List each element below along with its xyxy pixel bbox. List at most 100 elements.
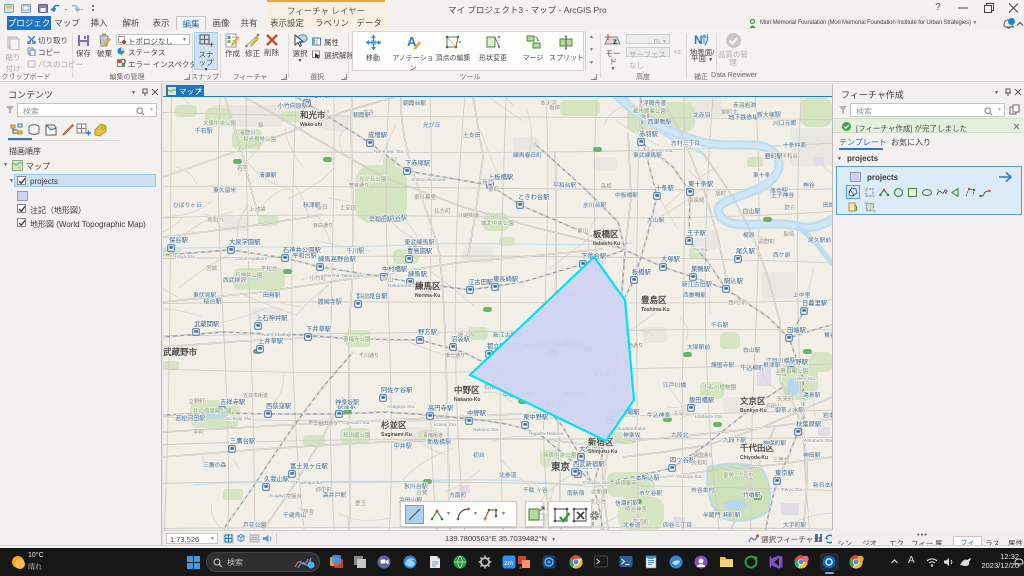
svg-text:土支田: 土支田: [340, 203, 357, 211]
svg-text:志村三丁目: 志村三丁目: [671, 139, 700, 147]
svg-text:井の頭恩賜公園: 井の頭恩賜公園: [193, 407, 232, 415]
svg-text:千石駅: 千石駅: [711, 321, 729, 329]
svg-text:Narimasu Sta.: Narimasu Sta.: [374, 149, 404, 155]
svg-text:平和台: 平和台: [261, 264, 278, 272]
svg-text:環七通り: 環七通り: [445, 352, 465, 359]
svg-text:赤羽岩淵: 赤羽岩淵: [733, 101, 756, 109]
svg-text:Shimo-akatsuka: Shimo-akatsuka: [411, 177, 446, 183]
svg-text:高円寺駅: 高円寺駅: [428, 403, 454, 412]
svg-text:小竹向原駅: 小竹向原駅: [278, 102, 308, 110]
svg-text:高松: 高松: [601, 182, 613, 190]
svg-text:Kichijoji Sta.: Kichijoji Sta.: [226, 416, 252, 422]
svg-text:東長崎駅: 東長崎駅: [493, 274, 519, 283]
svg-text:大手町駅: 大手町駅: [783, 521, 806, 529]
svg-text:麹町駅: 麹町駅: [723, 511, 741, 519]
svg-text:久我山駅: 久我山駅: [264, 474, 290, 483]
svg-text:東十条: 東十条: [753, 171, 771, 179]
svg-text:大泉中央公園: 大泉中央公園: [203, 119, 237, 127]
svg-text:平和台駅: 平和台駅: [553, 181, 576, 189]
svg-text:田無駅: 田無駅: [263, 291, 281, 299]
svg-text:湯島駅: 湯島駅: [803, 391, 821, 399]
svg-text:板橋区: 板橋区: [593, 229, 619, 239]
svg-text:Hoya Sta.: Hoya Sta.: [175, 254, 196, 260]
svg-text:東十条駅: 東十条駅: [688, 179, 714, 188]
svg-text:大塚駅: 大塚駅: [661, 254, 681, 263]
svg-text:氷川台: 氷川台: [590, 498, 607, 506]
svg-text:新日本橋: 新日本橋: [813, 481, 832, 489]
svg-text:平和台: 平和台: [782, 152, 799, 160]
svg-text:浮間舟渡: 浮間舟渡: [643, 99, 666, 107]
svg-text:阿佐ケ谷駅: 阿佐ケ谷駅: [381, 385, 413, 394]
svg-text:神谷: 神谷: [803, 181, 815, 189]
svg-text:光が丘: 光が丘: [423, 121, 441, 129]
svg-text:滝野川: 滝野川: [239, 129, 256, 137]
svg-text:練馬駅: 練馬駅: [408, 269, 428, 278]
svg-text:小豆沢: 小豆沢: [737, 470, 754, 478]
svg-text:善福寺公園: 善福寺公園: [343, 335, 371, 343]
svg-text:立野町: 立野町: [188, 397, 205, 405]
svg-text:Shinjuku Sta.: Shinjuku Sta.: [582, 480, 610, 486]
svg-text:戸山: 戸山: [382, 276, 393, 284]
svg-text:西片: 西片: [728, 299, 739, 307]
svg-text:Higashi-Nakano: Higashi-Nakano: [529, 431, 563, 437]
svg-text:Suginami-Ku: Suginami-Ku: [381, 432, 412, 438]
svg-text:白山駅: 白山駅: [743, 208, 761, 216]
svg-text:湯島: 湯島: [359, 293, 371, 301]
svg-text:根岸: 根岸: [549, 103, 561, 111]
svg-text:Shinjuku-Ku: Shinjuku-Ku: [588, 449, 617, 455]
svg-text:護国寺駅: 護国寺駅: [711, 361, 734, 369]
svg-text:牛込神楽: 牛込神楽: [647, 411, 670, 419]
svg-text:保谷駅: 保谷駅: [169, 235, 189, 244]
svg-text:Takadanobaba: Takadanobaba: [614, 426, 646, 432]
svg-text:南長崎: 南長崎: [688, 196, 705, 204]
svg-text:三鷹の森: 三鷹の森: [203, 461, 226, 469]
svg-text:飯田橋駅: 飯田橋駅: [689, 395, 715, 404]
svg-text:西巣鴨駅: 西巣鴨駅: [683, 291, 706, 299]
svg-text:半蔵門: 半蔵門: [703, 511, 721, 519]
svg-text:矢来町: 矢来町: [777, 395, 794, 403]
svg-text:北参道: 北参道: [623, 521, 641, 529]
svg-text:Akihabara Sta.: Akihabara Sta.: [802, 438, 832, 444]
svg-text:上石神井駅: 上石神井駅: [256, 313, 288, 322]
svg-text:早稲田通り: 早稲田通り: [313, 420, 338, 427]
svg-text:三鷹台駅: 三鷹台駅: [230, 436, 256, 445]
svg-text:Wako-shi: Wako-shi: [300, 122, 323, 128]
svg-text:秋葉原駅: 秋葉原駅: [796, 419, 822, 428]
svg-text:小竹町: 小竹町: [310, 274, 327, 282]
svg-text:武蔵野市: 武蔵野市: [163, 347, 198, 357]
svg-text:氷川台駅: 氷川台駅: [404, 483, 428, 491]
svg-text:千石駅: 千石駅: [195, 127, 213, 135]
svg-text:牛込柳町: 牛込柳町: [740, 364, 764, 372]
svg-text:下赤塚駅: 下赤塚駅: [405, 158, 431, 167]
svg-text:要町駅: 要町駅: [765, 153, 783, 160]
svg-text:朝霞台駅: 朝霞台駅: [403, 99, 426, 107]
svg-text:西ケ原: 西ケ原: [773, 252, 791, 259]
svg-text:神保町駅: 神保町駅: [763, 439, 786, 447]
svg-text:石神井公園駅: 石神井公園駅: [283, 245, 321, 254]
svg-text:武蔵関駅: 武蔵関駅: [194, 319, 220, 328]
svg-text:練馬高野台駅: 練馬高野台駅: [318, 254, 356, 263]
svg-text:練馬春日町: 練馬春日町: [513, 151, 542, 159]
svg-text:御茶ノ水駅: 御茶ノ水駅: [775, 406, 804, 414]
svg-text:新宿中央公園: 新宿中央公園: [543, 451, 577, 459]
svg-text:N: N: [694, 33, 703, 47]
svg-text:西荻窪駅: 西荻窪駅: [266, 401, 292, 410]
svg-text:堀ノ内: 堀ノ内: [458, 331, 475, 339]
svg-text:Oji Sta.: Oji Sta.: [693, 247, 709, 253]
svg-text:早稲田駅: 早稲田駅: [369, 215, 393, 223]
svg-text:新江古田駅: 新江古田駅: [682, 281, 712, 289]
svg-text:若宮: 若宮: [237, 164, 249, 172]
svg-text:旭町: 旭町: [715, 190, 727, 198]
svg-text:z: z: [613, 37, 617, 46]
svg-text:千早: 千早: [673, 409, 685, 417]
svg-text:上中里: 上中里: [793, 291, 811, 299]
svg-text:平和台駅: 平和台駅: [293, 252, 317, 260]
svg-text:本町: 本町: [193, 428, 205, 436]
svg-text:中野駅: 中野駅: [467, 408, 487, 417]
svg-text:Chiyoda-Ku: Chiyoda-Ku: [740, 455, 768, 461]
svg-text:梶原: 梶原: [743, 231, 755, 239]
svg-text:Nakano Sta.: Nakano Sta.: [473, 427, 499, 433]
svg-text:要町: 要町: [488, 186, 500, 193]
svg-text:江戸川橋: 江戸川橋: [663, 381, 686, 389]
svg-text:東日暮里: 東日暮里: [414, 193, 437, 201]
